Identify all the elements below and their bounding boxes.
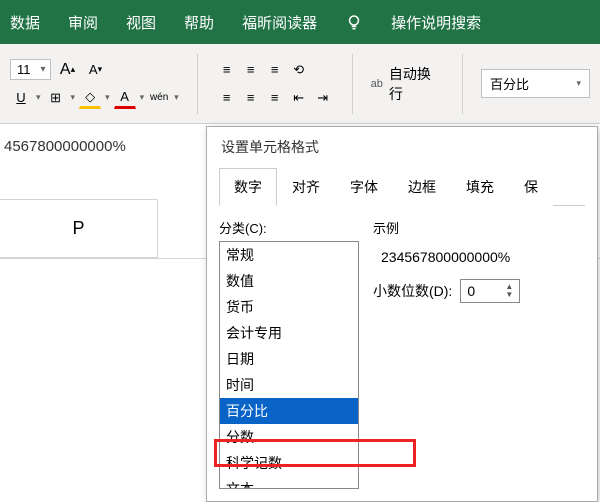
wrap-icon: ab [371,78,383,90]
chevron-down-icon[interactable]: ▾ [174,92,179,103]
category-list[interactable]: 常规数值货币会计专用日期时间百分比分数科学记数文本特殊自定义 [219,241,359,489]
decimal-places-input[interactable]: 0 ▲ ▼ [460,279,520,303]
chevron-down-icon[interactable]: ▾ [105,92,110,103]
indent-decrease-button[interactable]: ⇤ [288,87,310,109]
category-item[interactable]: 会计专用 [220,320,358,346]
chevron-down-icon: ▾ [576,78,581,89]
column-header[interactable]: P [0,199,158,258]
category-item[interactable]: 数值 [220,268,358,294]
tab-fill[interactable]: 填充 [451,168,509,206]
divider [462,54,463,114]
tab-font[interactable]: 字体 [335,168,393,206]
tab-data[interactable]: 数据 [10,12,40,33]
align-center-button[interactable]: ≡ [240,87,262,109]
number-format-select[interactable]: 百分比 ▾ [481,69,590,98]
align-right-button[interactable]: ≡ [264,87,286,109]
divider [197,54,198,114]
chevron-down-icon[interactable]: ▾ [71,92,76,103]
align-middle-button[interactable]: ≡ [240,59,262,81]
underline-button[interactable]: U [10,87,32,109]
category-item[interactable]: 日期 [220,346,358,372]
tab-alignment[interactable]: 对齐 [277,168,335,206]
sample-value: 234567800000000% [373,243,585,279]
tell-me-search[interactable]: 操作说明搜索 [391,12,481,33]
ribbon-toolbar: 11▾ A▴ A▾ U ▾ ⊞ ▾ ◇ ▾ A ▾ wén ▾ ≡ ≡ ≡ ⟲ … [0,44,600,124]
border-button[interactable]: ⊞ [45,87,67,109]
phonetic-button[interactable]: wén [148,87,170,109]
tab-foxit[interactable]: 福昕阅读器 [242,12,317,33]
dialog-title: 设置单元格格式 [207,127,597,167]
ribbon-tabs: 数据 审阅 视图 帮助 福昕阅读器 操作说明搜索 [0,0,600,44]
category-item[interactable]: 百分比 [220,398,358,424]
decrease-font-button[interactable]: A▾ [85,59,107,81]
wrap-text-button[interactable]: 自动换行 [389,64,444,104]
category-item[interactable]: 文本 [220,476,358,489]
divider [352,54,353,114]
chevron-down-icon[interactable]: ▾ [36,92,41,103]
category-item[interactable]: 分数 [220,424,358,450]
sample-label: 示例 [373,218,585,237]
category-item[interactable]: 货币 [220,294,358,320]
stepper-down-icon[interactable]: ▼ [505,291,513,299]
format-cells-dialog: 设置单元格格式 数字 对齐 字体 边框 填充 保 分类(C): 常规数值货币会计… [206,126,598,502]
fill-color-button[interactable]: ◇ [79,87,101,109]
increase-font-button[interactable]: A▴ [57,59,79,81]
category-item[interactable]: 常规 [220,242,358,268]
tab-view[interactable]: 视图 [126,12,156,33]
chevron-down-icon[interactable]: ▾ [37,64,50,75]
tab-border[interactable]: 边框 [393,168,451,206]
orientation-button[interactable]: ⟲ [288,59,310,81]
category-item[interactable]: 科学记数 [220,450,358,476]
bulb-icon [345,13,363,31]
indent-increase-button[interactable]: ⇥ [312,87,334,109]
align-left-button[interactable]: ≡ [216,87,238,109]
category-label: 分类(C): [219,218,359,237]
dialog-tabs: 数字 对齐 字体 边框 填充 保 [219,167,585,206]
font-size-input[interactable]: 11▾ [10,59,51,80]
decimal-places-label: 小数位数(D): [373,281,452,301]
font-color-button[interactable]: A [114,87,136,109]
chevron-down-icon[interactable]: ▾ [140,92,145,103]
tab-protection[interactable]: 保 [509,168,553,206]
align-bottom-button[interactable]: ≡ [264,59,286,81]
category-item[interactable]: 时间 [220,372,358,398]
tab-help[interactable]: 帮助 [184,12,214,33]
tab-review[interactable]: 审阅 [68,12,98,33]
align-top-button[interactable]: ≡ [216,59,238,81]
tab-number[interactable]: 数字 [219,168,277,206]
